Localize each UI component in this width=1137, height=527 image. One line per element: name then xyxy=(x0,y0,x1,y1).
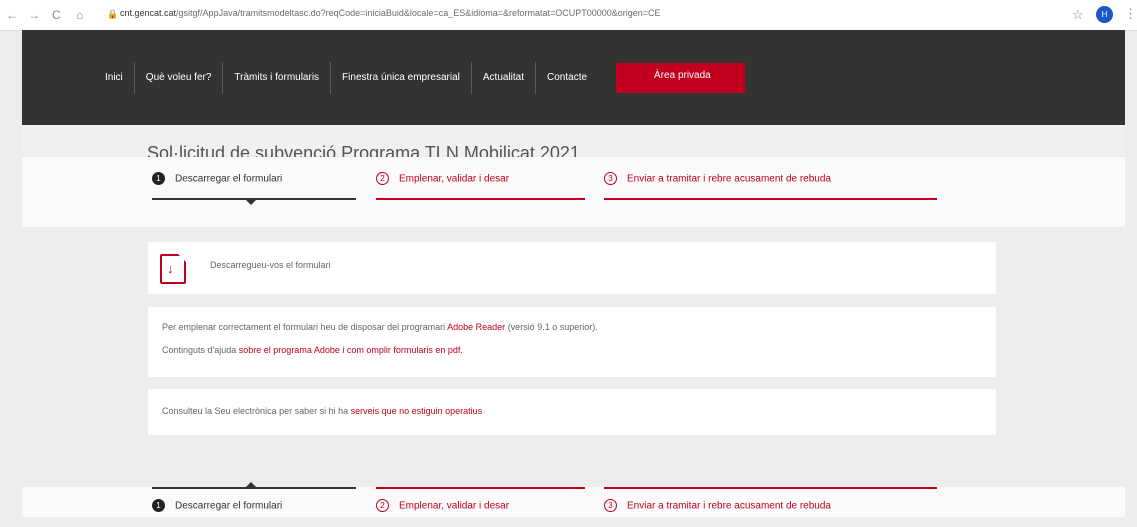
help-line-1: Per emplenar correctament el formulari h… xyxy=(162,322,598,332)
profile-avatar[interactable]: H xyxy=(1096,6,1113,23)
step-label: Descarregar el formulari xyxy=(175,500,283,512)
private-area-button[interactable]: Àrea privada xyxy=(616,63,745,93)
nav-item-actualitat[interactable]: Actualitat xyxy=(472,62,537,94)
step-3-tab-bottom[interactable]: 3 Enviar a tramitar i rebre acusament de … xyxy=(604,487,937,517)
step-2-tab[interactable]: 2 Emplenar, validar i desar xyxy=(376,170,585,200)
adobe-reader-link[interactable]: Adobe Reader xyxy=(447,322,505,332)
step-number: 2 xyxy=(376,499,389,513)
step-1-tab[interactable]: 1 Descarregar el formulari xyxy=(152,170,356,205)
step-number: 2 xyxy=(376,172,389,186)
status-card: Consulteu la Seu electrònica per saber s… xyxy=(148,389,996,435)
step-label: Emplenar, validar i desar xyxy=(399,500,510,512)
step-content: 3 Enviar a tramitar i rebre acusament de … xyxy=(604,497,831,515)
nav-item-tramits-formularis[interactable]: Tràmits i formularis xyxy=(223,62,332,94)
step-number: 3 xyxy=(604,172,617,186)
download-form-link[interactable]: Descarregueu-vos el formulari xyxy=(210,260,331,270)
help-line-2: Continguts d'ajuda sobre el programa Ado… xyxy=(162,345,463,355)
step-overline xyxy=(604,487,937,489)
step-number: 1 xyxy=(152,172,165,186)
nav-item-que-voleu-fer[interactable]: Què voleu fer? xyxy=(135,62,224,94)
step-number: 1 xyxy=(152,499,165,513)
step-label: Descarregar el formulari xyxy=(175,173,283,185)
url-path: /gsitgf/AppJava/tramitsmodeltasc.do?reqC… xyxy=(176,8,661,18)
download-card: ↓ Descarregueu-vos el formulari xyxy=(148,242,996,294)
step-3-tab[interactable]: 3 Enviar a tramitar i rebre acusament de … xyxy=(604,170,937,200)
step-2-tab-bottom[interactable]: 2 Emplenar, validar i desar xyxy=(376,487,585,517)
adobe-help-link[interactable]: sobre el programa Adobe i com omplir for… xyxy=(239,345,463,355)
step-label: Enviar a tramitar i rebre acusament de r… xyxy=(627,500,831,512)
active-step-caret-icon xyxy=(246,482,256,487)
help-text: (versió 9.1 o superior). xyxy=(505,322,598,332)
step-overline xyxy=(376,487,585,489)
step-1-tab-bottom[interactable]: 1 Descarregar el formulari xyxy=(152,482,356,517)
status-text: Consulteu la Seu electrònica per saber s… xyxy=(162,406,351,416)
step-label: Enviar a tramitar i rebre acusament de r… xyxy=(627,173,831,185)
lock-icon[interactable]: 🔒 xyxy=(107,9,118,20)
step-number: 3 xyxy=(604,499,617,513)
browser-menu-icon[interactable]: ⋮ xyxy=(1124,6,1137,22)
step-underline xyxy=(376,198,585,200)
nav-item-inici[interactable]: Inici xyxy=(105,62,135,94)
nav-item-contacte[interactable]: Contacte xyxy=(536,62,598,94)
step-underline xyxy=(604,198,937,200)
active-step-caret-icon xyxy=(246,200,256,205)
url-host: cnt.gencat.cat xyxy=(120,8,177,18)
step-overline xyxy=(152,487,356,489)
step-label: Emplenar, validar i desar xyxy=(399,173,510,185)
address-bar[interactable]: cnt.gencat.cat/gsitgf/AppJava/tramitsmod… xyxy=(120,8,1020,18)
pdf-download-icon[interactable]: ↓ xyxy=(160,254,186,284)
help-text: Continguts d'ajuda xyxy=(162,345,239,355)
back-arrow-icon[interactable]: ← xyxy=(6,8,18,22)
step-content: 2 Emplenar, validar i desar xyxy=(376,497,509,515)
status-line: Consulteu la Seu electrònica per saber s… xyxy=(162,406,482,416)
step-content: 1 Descarregar el formulari xyxy=(152,497,282,515)
bookmark-star-icon[interactable]: ☆ xyxy=(1072,7,1084,23)
help-text: Per emplenar correctament el formulari h… xyxy=(162,322,448,332)
help-card: Per emplenar correctament el formulari h… xyxy=(148,307,996,377)
home-icon[interactable]: ⌂ xyxy=(76,8,83,22)
browser-toolbar: ← → C ⌂ 🔒 cnt.gencat.cat/gsitgf/AppJava/… xyxy=(0,0,1137,31)
services-status-link[interactable]: serveis que no estiguin operatius xyxy=(351,406,483,416)
forward-arrow-icon[interactable]: → xyxy=(28,8,40,22)
nav-item-finestra-unica[interactable]: Finestra única empresarial xyxy=(331,62,472,94)
reload-icon[interactable]: C xyxy=(52,8,61,22)
main-navigation: Inici Què voleu fer? Tràmits i formulari… xyxy=(105,62,745,94)
